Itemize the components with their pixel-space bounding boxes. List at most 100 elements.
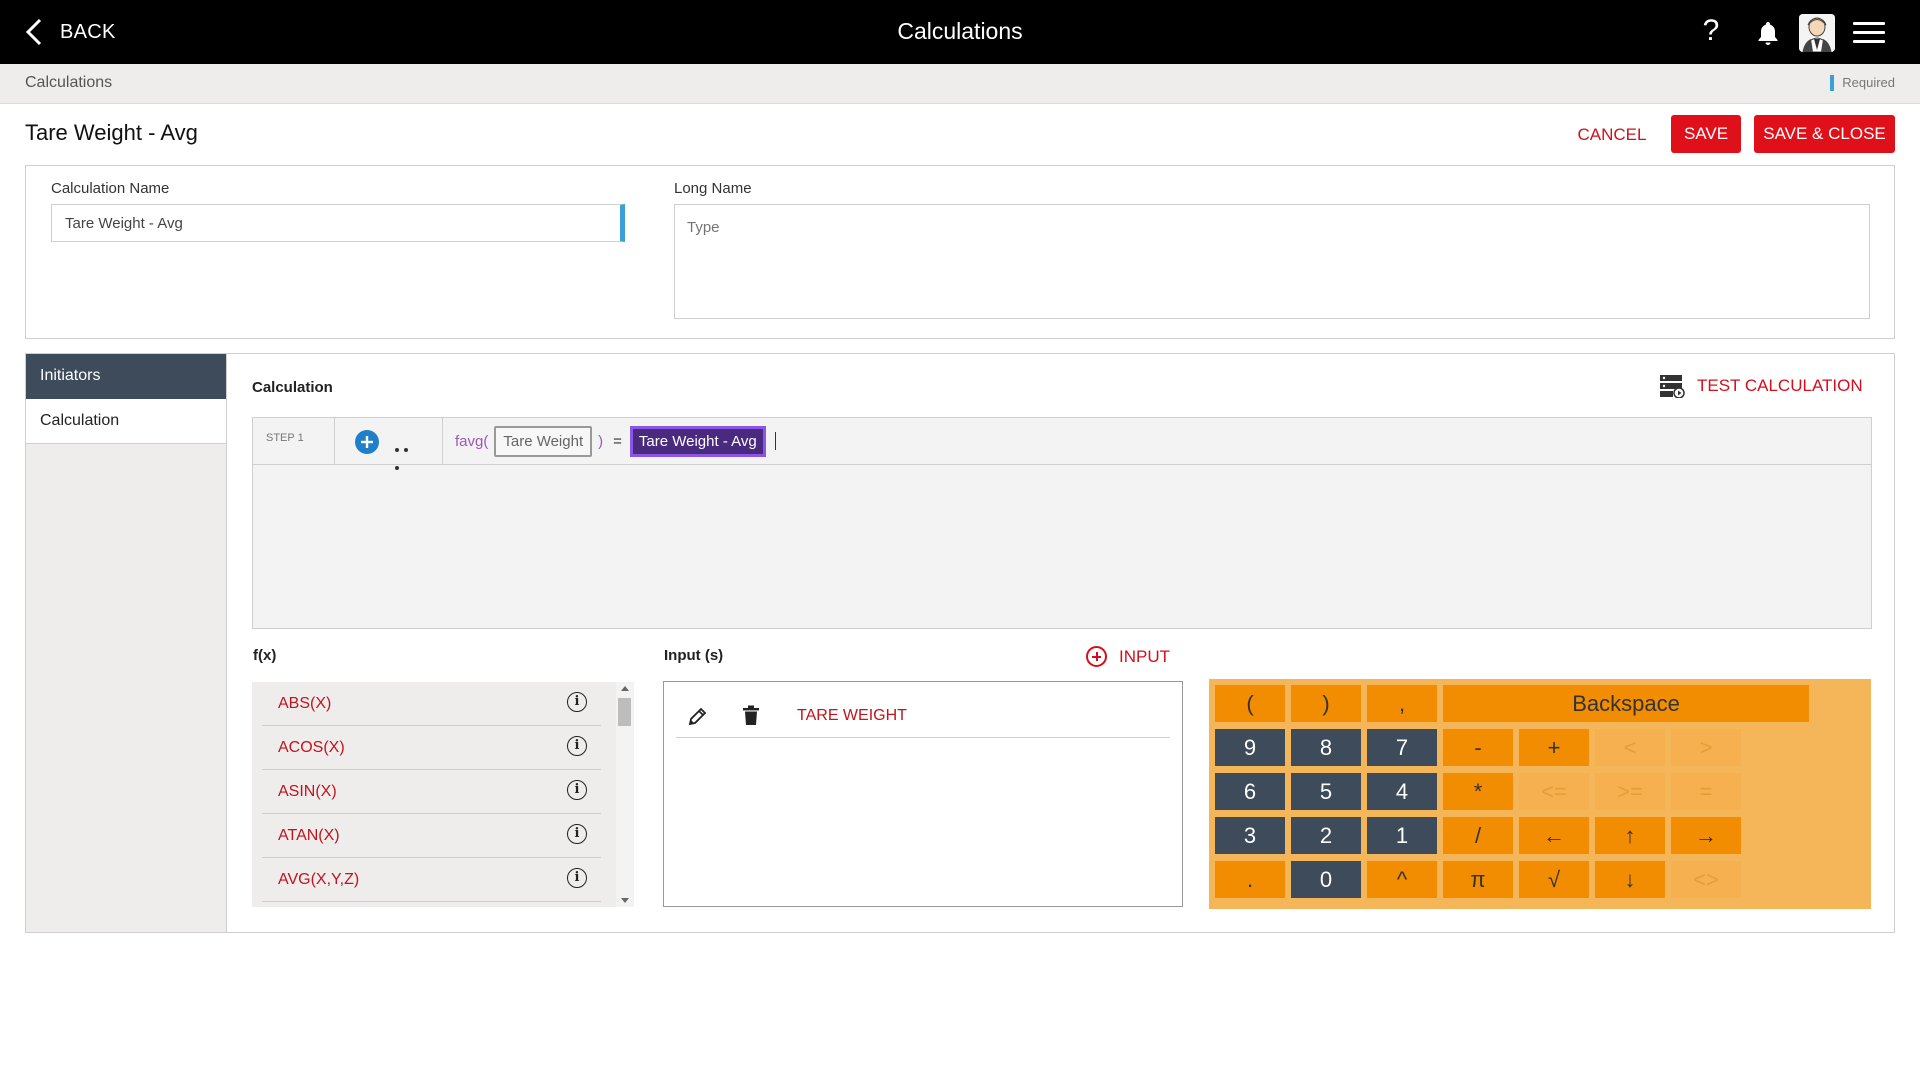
info-icon[interactable]: i [567,824,587,844]
scroll-up-icon[interactable] [621,686,629,691]
key-8[interactable]: 8 [1291,729,1361,766]
function-name: AVG(X,Y,Z) [278,871,360,888]
step-row: STEP 1 favg( Tare Weight ) = Tare Weight… [253,418,1871,470]
key-minus[interactable]: - [1443,729,1513,766]
formula-close-paren: ) [598,432,604,450]
function-item-acos[interactable]: ACOS(X) i [262,726,601,770]
test-calculation-label: TEST CALCULATION [1697,376,1863,395]
scroll-down-icon[interactable] [621,898,629,903]
fx-title: f(x) [253,647,277,664]
function-name: ASIN(X) [278,783,337,800]
key-3[interactable]: 3 [1215,817,1285,854]
trash-icon[interactable] [742,705,760,726]
formula-token[interactable]: Tare Weight [494,425,593,457]
calculation-name-label: Calculation Name [51,180,170,197]
top-bar: BACK Calculations ? [0,0,1920,64]
bell-icon[interactable] [1755,20,1781,46]
key-comma[interactable]: , [1367,685,1437,722]
key-divide[interactable]: / [1443,817,1513,854]
save-button[interactable]: SAVE [1671,115,1741,153]
key-pi[interactable]: π [1443,861,1513,898]
add-circle-icon [1086,646,1107,667]
pencil-icon[interactable] [688,706,708,726]
cancel-button[interactable]: CANCEL [1570,116,1654,154]
key-arrow-right[interactable]: → [1671,817,1741,854]
function-item-asin[interactable]: ASIN(X) i [262,770,601,814]
long-name-label: Long Name [674,180,752,197]
test-calculation-icon [1660,375,1685,398]
key-greater-than: > [1671,729,1741,766]
info-icon[interactable]: i [567,736,587,756]
key-multiply[interactable]: * [1443,773,1513,810]
function-name: ACOS(X) [278,739,345,756]
function-item-avg[interactable]: AVG(X,Y,Z) i [262,858,601,902]
more-options-icon[interactable] [395,439,421,470]
key-open-paren[interactable]: ( [1215,685,1285,722]
key-not-equal: <> [1671,861,1741,898]
name-card: Calculation Name Tare Weight - Avg Long … [25,165,1895,339]
function-list-scrollbar[interactable] [616,682,634,907]
calculation-panel: Initiators Calculation Calculation TEST … [25,353,1895,933]
formula-editor[interactable]: STEP 1 favg( Tare Weight ) = Tare Weight… [252,417,1872,629]
help-icon[interactable]: ? [1699,14,1723,48]
app-title: Calculations [897,18,1023,44]
key-less-equal: <= [1519,773,1589,810]
add-step-icon[interactable] [355,430,379,454]
key-less-than: < [1595,729,1665,766]
key-7[interactable]: 7 [1367,729,1437,766]
key-arrow-down[interactable]: ↓ [1595,861,1665,898]
nav-item-calculation[interactable]: Calculation [26,399,226,444]
chevron-left-icon [25,18,42,46]
key-4[interactable]: 4 [1367,773,1437,810]
key-5[interactable]: 5 [1291,773,1361,810]
text-cursor [774,432,776,450]
key-1[interactable]: 1 [1367,817,1437,854]
back-button[interactable]: BACK [22,14,116,50]
test-calculation-button[interactable]: TEST CALCULATION [1659,374,1863,398]
required-legend: Required [1830,75,1895,91]
key-power[interactable]: ^ [1367,861,1437,898]
hamburger-menu-icon[interactable] [1853,22,1885,44]
formula-function[interactable]: favg( [455,433,488,450]
key-plus[interactable]: + [1519,729,1589,766]
key-sqrt[interactable]: √ [1519,861,1589,898]
scroll-thumb[interactable] [618,698,631,726]
input-name[interactable]: TARE WEIGHT [797,707,907,725]
inputs-title: Input (s) [664,647,724,664]
function-list[interactable]: ABS(X) i ACOS(X) i ASIN(X) i ATAN(X) i A… [252,682,634,907]
key-arrow-left[interactable]: ← [1519,817,1589,854]
info-icon[interactable]: i [567,780,587,800]
formula-equals: = [613,432,622,450]
back-label: BACK [60,20,116,43]
info-icon[interactable]: i [567,868,587,888]
left-nav: Initiators Calculation [26,354,227,932]
key-2[interactable]: 2 [1291,817,1361,854]
add-input-button[interactable]: INPUT [1086,646,1170,667]
add-input-label: INPUT [1119,646,1170,666]
breadcrumb-current[interactable]: Calculations [25,74,112,92]
formula: favg( Tare Weight ) = Tare Weight - Avg [455,424,776,458]
key-equals: = [1671,773,1741,810]
formula-result-token[interactable]: Tare Weight - Avg [629,425,766,457]
long-name-input[interactable] [674,204,1870,319]
key-greater-equal: >= [1595,773,1665,810]
function-name: ABS(X) [278,695,332,712]
key-6[interactable]: 6 [1215,773,1285,810]
inputs-list: TARE WEIGHT [663,681,1183,907]
save-and-close-button[interactable]: SAVE & CLOSE [1754,115,1895,153]
key-0[interactable]: 0 [1291,861,1361,898]
nav-item-initiators[interactable]: Initiators [26,354,226,399]
avatar[interactable] [1799,14,1835,52]
key-backspace[interactable]: Backspace [1443,685,1809,722]
key-arrow-up[interactable]: ↑ [1595,817,1665,854]
step-label: STEP 1 [253,418,335,465]
info-icon[interactable]: i [567,692,587,712]
calculation-name-input[interactable]: Tare Weight - Avg [51,204,625,242]
key-decimal[interactable]: . [1215,861,1285,898]
page-title: Tare Weight - Avg [25,120,198,145]
function-item-atan[interactable]: ATAN(X) i [262,814,601,858]
function-item-abs[interactable]: ABS(X) i [262,682,601,726]
key-close-paren[interactable]: ) [1291,685,1361,722]
input-row: TARE WEIGHT [676,694,1170,738]
key-9[interactable]: 9 [1215,729,1285,766]
